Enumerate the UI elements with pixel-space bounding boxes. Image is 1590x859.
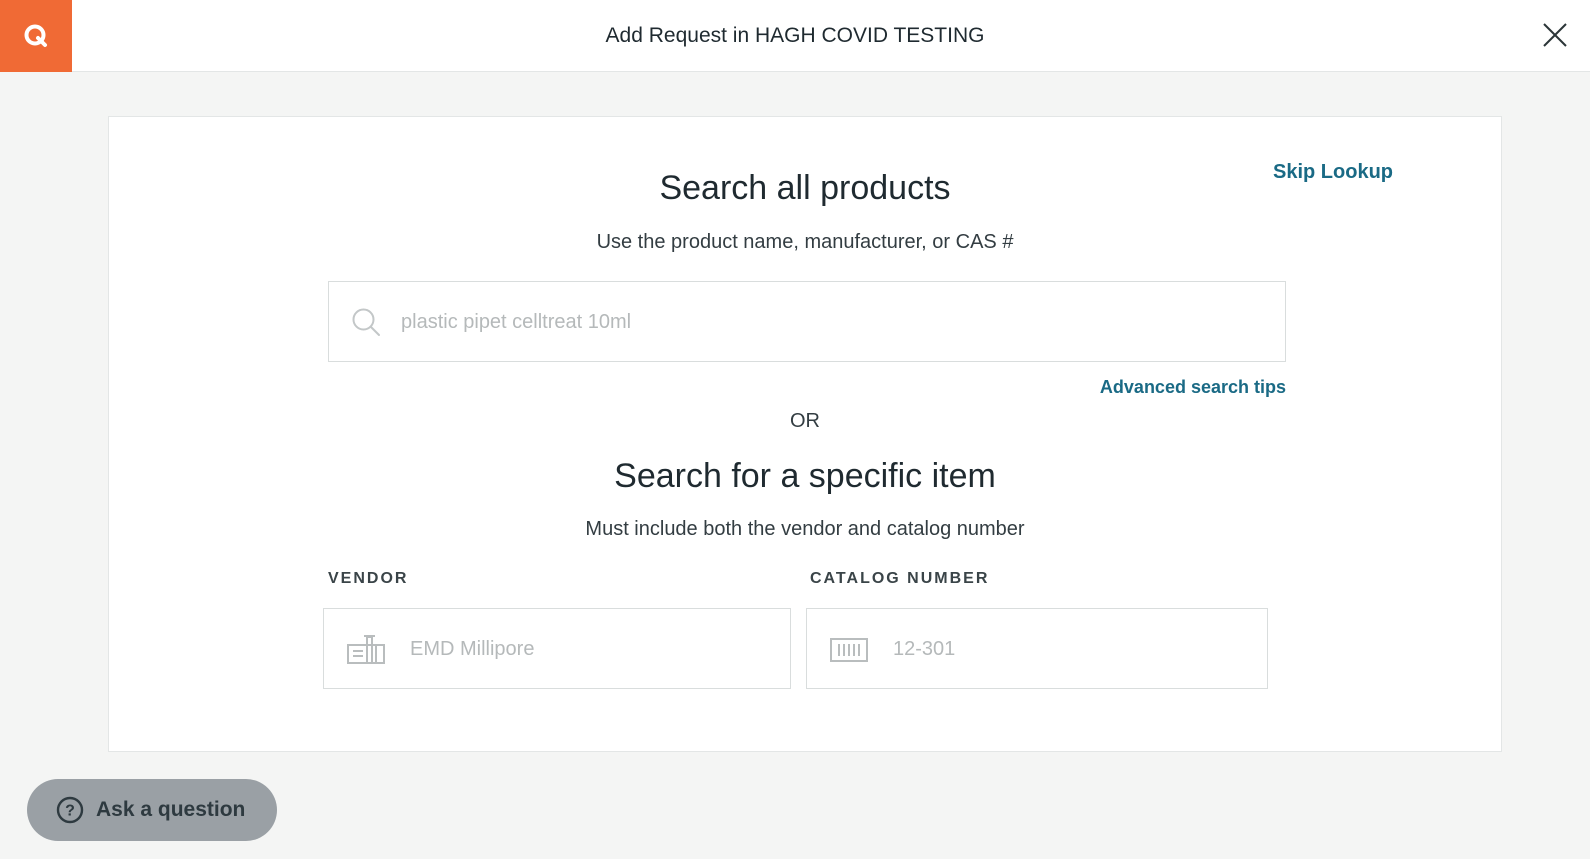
factory-icon <box>347 635 385 664</box>
close-icon <box>1543 23 1567 47</box>
catalog-number-field[interactable] <box>806 608 1268 690</box>
search-all-subtitle: Use the product name, manufacturer, or C… <box>596 231 1014 253</box>
top-bar: Add Request in HAGH COVID TESTING <box>0 0 1590 72</box>
product-search-box[interactable] <box>328 281 1286 363</box>
or-divider: OR <box>790 410 820 432</box>
search-specific-subtitle: Must include both the vendor and catalog… <box>585 518 1025 540</box>
ask-a-question-label: Ask a question <box>96 798 246 821</box>
vendor-field[interactable] <box>323 608 791 690</box>
close-button[interactable] <box>1542 22 1568 48</box>
barcode-icon <box>830 638 868 662</box>
vendor-input[interactable] <box>408 609 782 690</box>
advanced-search-tips-link[interactable]: Advanced search tips <box>1086 377 1286 398</box>
ask-a-question-button[interactable]: ? Ask a question <box>27 779 277 841</box>
search-specific-title: Search for a specific item <box>614 457 996 495</box>
search-icon <box>352 308 380 336</box>
product-search-input[interactable] <box>399 282 1273 363</box>
question-circle-icon: ? <box>56 796 84 824</box>
catalog-number-input[interactable] <box>891 609 1265 690</box>
dialog-title: Add Request in HAGH COVID TESTING <box>605 24 985 47</box>
quartzy-q-logo-icon <box>24 24 47 47</box>
quartzy-logo[interactable] <box>0 0 72 72</box>
add-request-card: Skip Lookup Search all products Use the … <box>108 116 1502 752</box>
catalog-number-label: CATALOG NUMBER <box>810 570 990 587</box>
vendor-label: VENDOR <box>328 570 409 587</box>
search-all-title: Search all products <box>659 169 951 207</box>
svg-text:?: ? <box>65 803 75 820</box>
